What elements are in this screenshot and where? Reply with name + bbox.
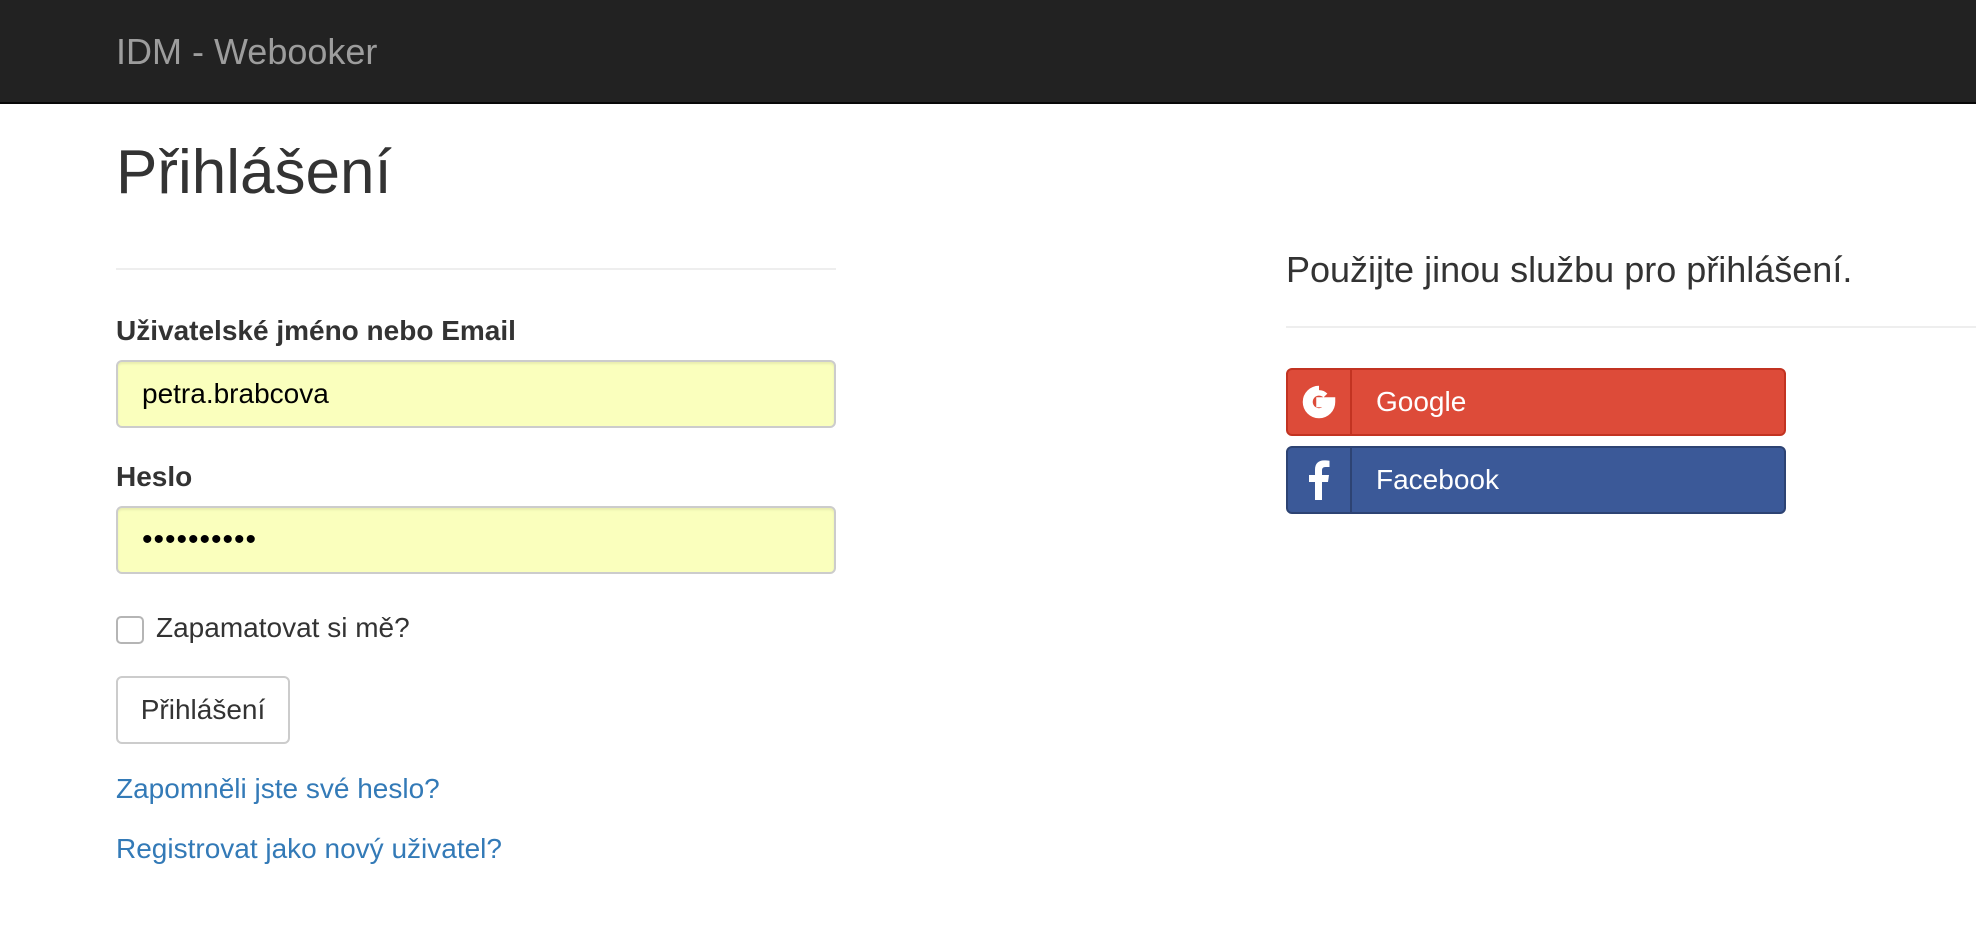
- facebook-icon: [1288, 448, 1352, 512]
- divider: [1286, 326, 1976, 328]
- external-login-title: Použijte jinou službu pro přihlášení.: [1286, 249, 1853, 290]
- remember-me-checkbox[interactable]: [116, 616, 144, 644]
- brand-link[interactable]: IDM - Webooker: [116, 30, 377, 74]
- password-input[interactable]: [116, 506, 836, 574]
- google-icon: [1288, 370, 1352, 434]
- facebook-label: Facebook: [1376, 464, 1499, 495]
- top-navbar: IDM - Webooker: [0, 0, 1976, 104]
- page-title: Přihlášení: [116, 138, 392, 207]
- google-login-button[interactable]: Google: [1286, 368, 1786, 436]
- register-link[interactable]: Registrovat jako nový uživatel?: [116, 832, 502, 866]
- remember-me-label[interactable]: Zapamatovat si mě?: [156, 610, 410, 646]
- divider: [116, 268, 836, 270]
- google-label: Google: [1376, 386, 1467, 417]
- password-label: Heslo: [116, 461, 193, 492]
- username-input[interactable]: [116, 360, 836, 428]
- facebook-login-button[interactable]: Facebook: [1286, 446, 1786, 514]
- login-button[interactable]: Přihlášení: [116, 676, 290, 744]
- forgot-password-link[interactable]: Zapomněli jste své heslo?: [116, 772, 440, 806]
- username-label: Uživatelské jméno nebo Email: [116, 315, 516, 346]
